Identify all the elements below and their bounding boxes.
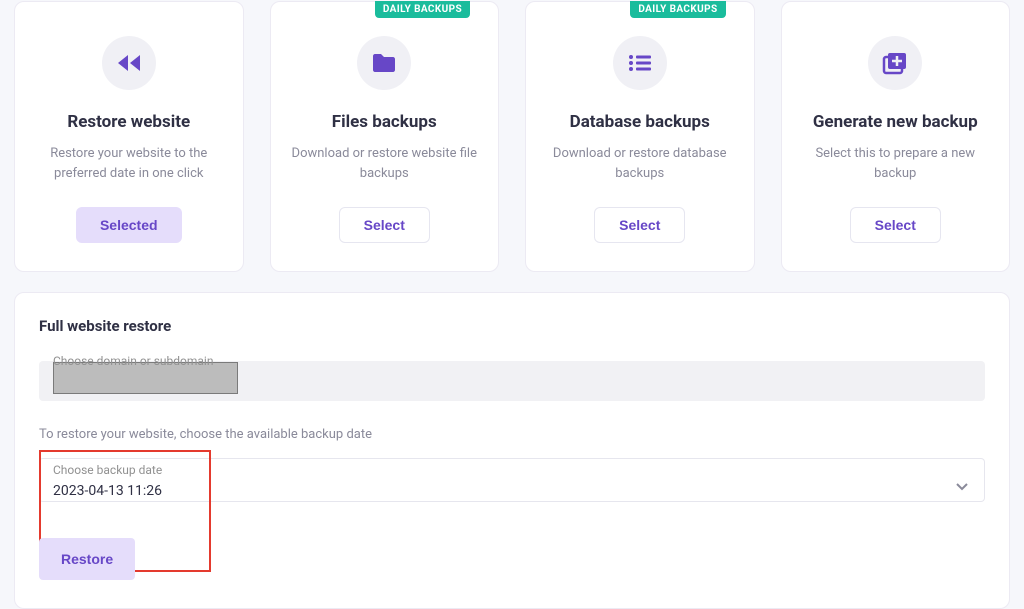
card-desc: Select this to prepare a new backup: [802, 144, 990, 183]
card-title: Files backups: [291, 112, 479, 132]
list-icon: [613, 36, 667, 90]
select-button[interactable]: Select: [594, 207, 685, 243]
backup-cards-row: Restore website Restore your website to …: [0, 0, 1024, 272]
chevron-down-icon: [956, 476, 968, 495]
card-title: Generate new backup: [802, 112, 990, 132]
daily-backups-badge: DAILY BACKUPS: [630, 1, 725, 18]
date-value: 2023-04-13 11:26: [53, 483, 162, 499]
domain-select-row: Choose domain or subdomain: [39, 361, 985, 401]
card-restore-website: Restore website Restore your website to …: [14, 1, 244, 272]
rewind-icon: [102, 36, 156, 90]
select-button[interactable]: Select: [850, 207, 941, 243]
backup-date-select[interactable]: Choose backup date: [39, 458, 985, 502]
card-files-backups: DAILY BACKUPS Files backups Download or …: [270, 1, 500, 272]
full-restore-panel: Full website restore Choose domain or su…: [14, 292, 1010, 609]
card-desc: Download or restore database backups: [546, 144, 734, 183]
card-title: Database backups: [546, 112, 734, 132]
selected-button[interactable]: Selected: [76, 207, 182, 243]
restore-hint: To restore your website, choose the avai…: [39, 427, 985, 442]
daily-backups-badge: DAILY BACKUPS: [375, 1, 470, 18]
card-title: Restore website: [35, 112, 223, 132]
date-label: Choose backup date: [53, 463, 162, 477]
restore-button[interactable]: Restore: [39, 538, 135, 580]
add-file-icon: [868, 36, 922, 90]
card-generate-backup: Generate new backup Select this to prepa…: [781, 1, 1011, 272]
card-desc: Download or restore website file backups: [291, 144, 479, 183]
panel-title: Full website restore: [39, 317, 985, 335]
folder-icon: [357, 36, 411, 90]
domain-label: Choose domain or subdomain: [53, 354, 213, 368]
card-database-backups: DAILY BACKUPS Database backups Download …: [525, 1, 755, 272]
select-button[interactable]: Select: [339, 207, 430, 243]
card-desc: Restore your website to the preferred da…: [35, 144, 223, 183]
